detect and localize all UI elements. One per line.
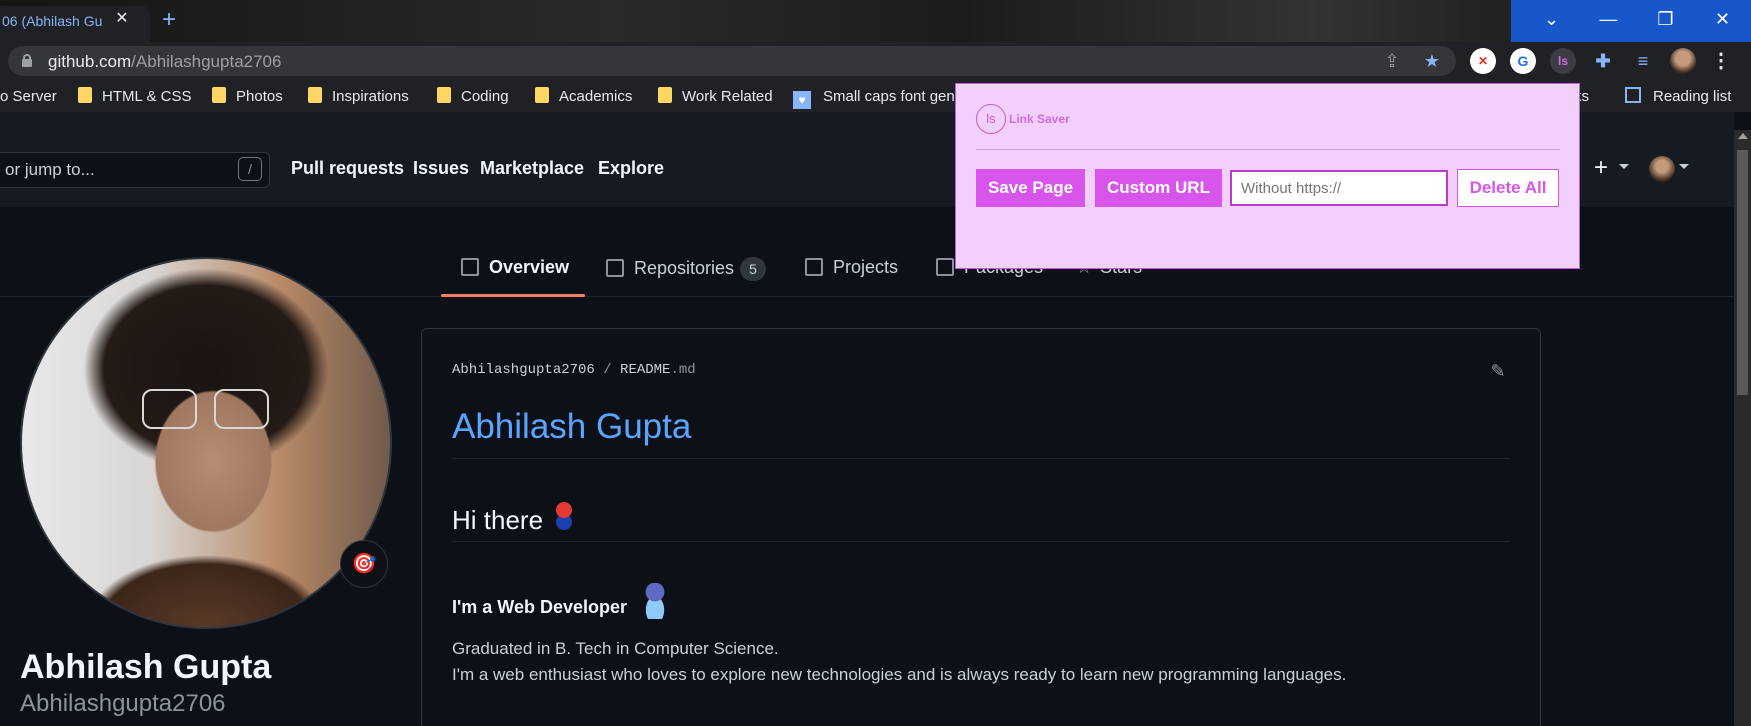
status-emoji-badge[interactable]: 🎯 xyxy=(340,540,388,588)
media-playlist-icon[interactable]: ≡ xyxy=(1630,48,1656,74)
new-tab-button[interactable]: + xyxy=(158,8,180,32)
folder-icon xyxy=(658,87,672,103)
profile-username: Abhilashgupta2706 xyxy=(20,690,226,717)
readme-line-2: I'm a web enthusiast who loves to explor… xyxy=(452,665,1347,684)
bookmark-coding[interactable]: Coding xyxy=(437,87,509,107)
divider xyxy=(452,541,1510,542)
readme-role: I'm a Web Developer xyxy=(452,583,674,619)
active-tab-underline xyxy=(441,294,585,297)
package-icon xyxy=(936,258,954,276)
custom-url-button[interactable]: Custom URL xyxy=(1095,169,1222,207)
bookmark-inspirations[interactable]: Inspirations xyxy=(308,87,409,107)
tab-repositories[interactable]: Repositories 5 xyxy=(606,257,767,281)
link-saver-logo: ls xyxy=(976,104,1006,134)
tab-close-icon[interactable]: ✕ xyxy=(112,9,132,29)
heart-icon: ♥ xyxy=(793,91,811,109)
link-saver-popup: ls Link Saver Save Page Custom URL Delet… xyxy=(955,83,1580,269)
delete-all-button[interactable]: Delete All xyxy=(1457,169,1559,207)
glasses xyxy=(142,389,272,429)
link-saver-extension-icon[interactable]: ls xyxy=(1550,48,1576,74)
readme-line-1: Graduated in B. Tech in Computer Science… xyxy=(452,639,779,658)
edit-pencil-icon[interactable]: ✎ xyxy=(1488,361,1508,381)
share-icon[interactable]: ⇪ xyxy=(1381,50,1403,72)
user-menu-avatar[interactable] xyxy=(1649,156,1675,182)
mario-emoji-icon xyxy=(549,501,580,531)
browser-toolbar: github.com/Abhilashgupta2706 ⇪ ★ ✕ G ls … xyxy=(0,42,1751,80)
divider xyxy=(976,149,1560,150)
nav-marketplace[interactable]: Marketplace xyxy=(480,158,584,179)
page-scrollbar[interactable] xyxy=(1734,130,1751,726)
folder-icon xyxy=(212,87,226,103)
project-icon xyxy=(805,258,823,276)
nav-explore[interactable]: Explore xyxy=(598,158,664,179)
readme-owner-link[interactable]: Abhilashgupta2706 xyxy=(452,362,595,378)
bookmark-html-css[interactable]: HTML & CSS xyxy=(78,87,191,107)
extensions-puzzle-icon[interactable]: ✚ xyxy=(1590,48,1616,74)
bookmark-small-caps[interactable]: ♥ Small caps font gen xyxy=(793,87,955,109)
custom-url-input[interactable] xyxy=(1230,170,1448,206)
bookmark-academics[interactable]: Academics xyxy=(535,87,632,107)
tab-overview[interactable]: Overview xyxy=(461,257,569,278)
readme-breadcrumb: Abhilashgupta2706 / README.md xyxy=(452,362,696,378)
bookmark-photos[interactable]: Photos xyxy=(212,87,283,107)
scroll-thumb[interactable] xyxy=(1737,150,1748,395)
repo-count-badge: 5 xyxy=(740,257,767,281)
divider xyxy=(452,458,1510,459)
readme-greeting: Hi there xyxy=(452,501,580,536)
tab-search-button[interactable]: ⌄ xyxy=(1523,0,1580,38)
folder-icon xyxy=(437,87,451,103)
nav-pull-requests[interactable]: Pull requests xyxy=(291,158,404,179)
repo-icon xyxy=(606,259,624,277)
bookmark-star-icon[interactable]: ★ xyxy=(1421,50,1443,72)
browser-menu-icon[interactable]: ⋮ xyxy=(1708,48,1734,74)
tab-projects[interactable]: Projects xyxy=(805,257,898,278)
create-new-icon[interactable]: + xyxy=(1594,154,1608,182)
restore-button[interactable]: ❐ xyxy=(1637,0,1694,38)
bookmark-server[interactable]: o Server xyxy=(0,87,57,107)
save-page-button[interactable]: Save Page xyxy=(976,169,1085,207)
screen: 06 (Abhilash Gu ✕ + ⌄ — ❐ ✕ github.com/A… xyxy=(0,0,1751,726)
link-saver-title: Link Saver xyxy=(1009,112,1070,126)
close-window-button[interactable]: ✕ xyxy=(1694,0,1751,38)
book-icon xyxy=(461,258,479,276)
reading-list-icon xyxy=(1625,87,1641,103)
tab-title: 06 (Abhilash Gu xyxy=(2,13,103,29)
grammarly-extension-icon[interactable]: G xyxy=(1510,48,1536,74)
developer-emoji-icon xyxy=(637,583,674,619)
folder-icon xyxy=(308,87,322,103)
reading-list[interactable]: Reading list xyxy=(1625,87,1731,107)
lock-icon xyxy=(22,54,32,67)
url-text: github.com/Abhilashgupta2706 xyxy=(48,52,282,71)
profile-avatar[interactable] xyxy=(1670,48,1696,74)
folder-icon xyxy=(78,87,92,103)
bookmark-work-related[interactable]: Work Related xyxy=(658,87,773,107)
readme-card: Abhilashgupta2706 / README.md ✎ Abhilash… xyxy=(421,328,1541,726)
profile-name: Abhilash Gupta xyxy=(20,648,272,686)
chevron-down-icon[interactable] xyxy=(1679,164,1689,169)
minimize-button[interactable]: — xyxy=(1580,0,1637,38)
readme-title: Abhilash Gupta xyxy=(452,407,692,446)
chevron-down-icon[interactable] xyxy=(1619,164,1629,169)
search-input[interactable]: or jump to... xyxy=(0,152,270,188)
nav-issues[interactable]: Issues xyxy=(413,158,469,179)
browser-titlebar: 06 (Abhilash Gu ✕ + ⌄ — ❐ ✕ xyxy=(0,0,1751,42)
profile-avatar-large[interactable] xyxy=(20,257,392,629)
scroll-up-arrow-icon[interactable] xyxy=(1738,133,1748,139)
search-shortcut-key: / xyxy=(238,157,262,181)
address-bar[interactable]: github.com/Abhilashgupta2706 ⇪ ★ xyxy=(8,46,1456,76)
folder-icon xyxy=(535,87,549,103)
adblock-extension-icon[interactable]: ✕ xyxy=(1470,48,1496,74)
